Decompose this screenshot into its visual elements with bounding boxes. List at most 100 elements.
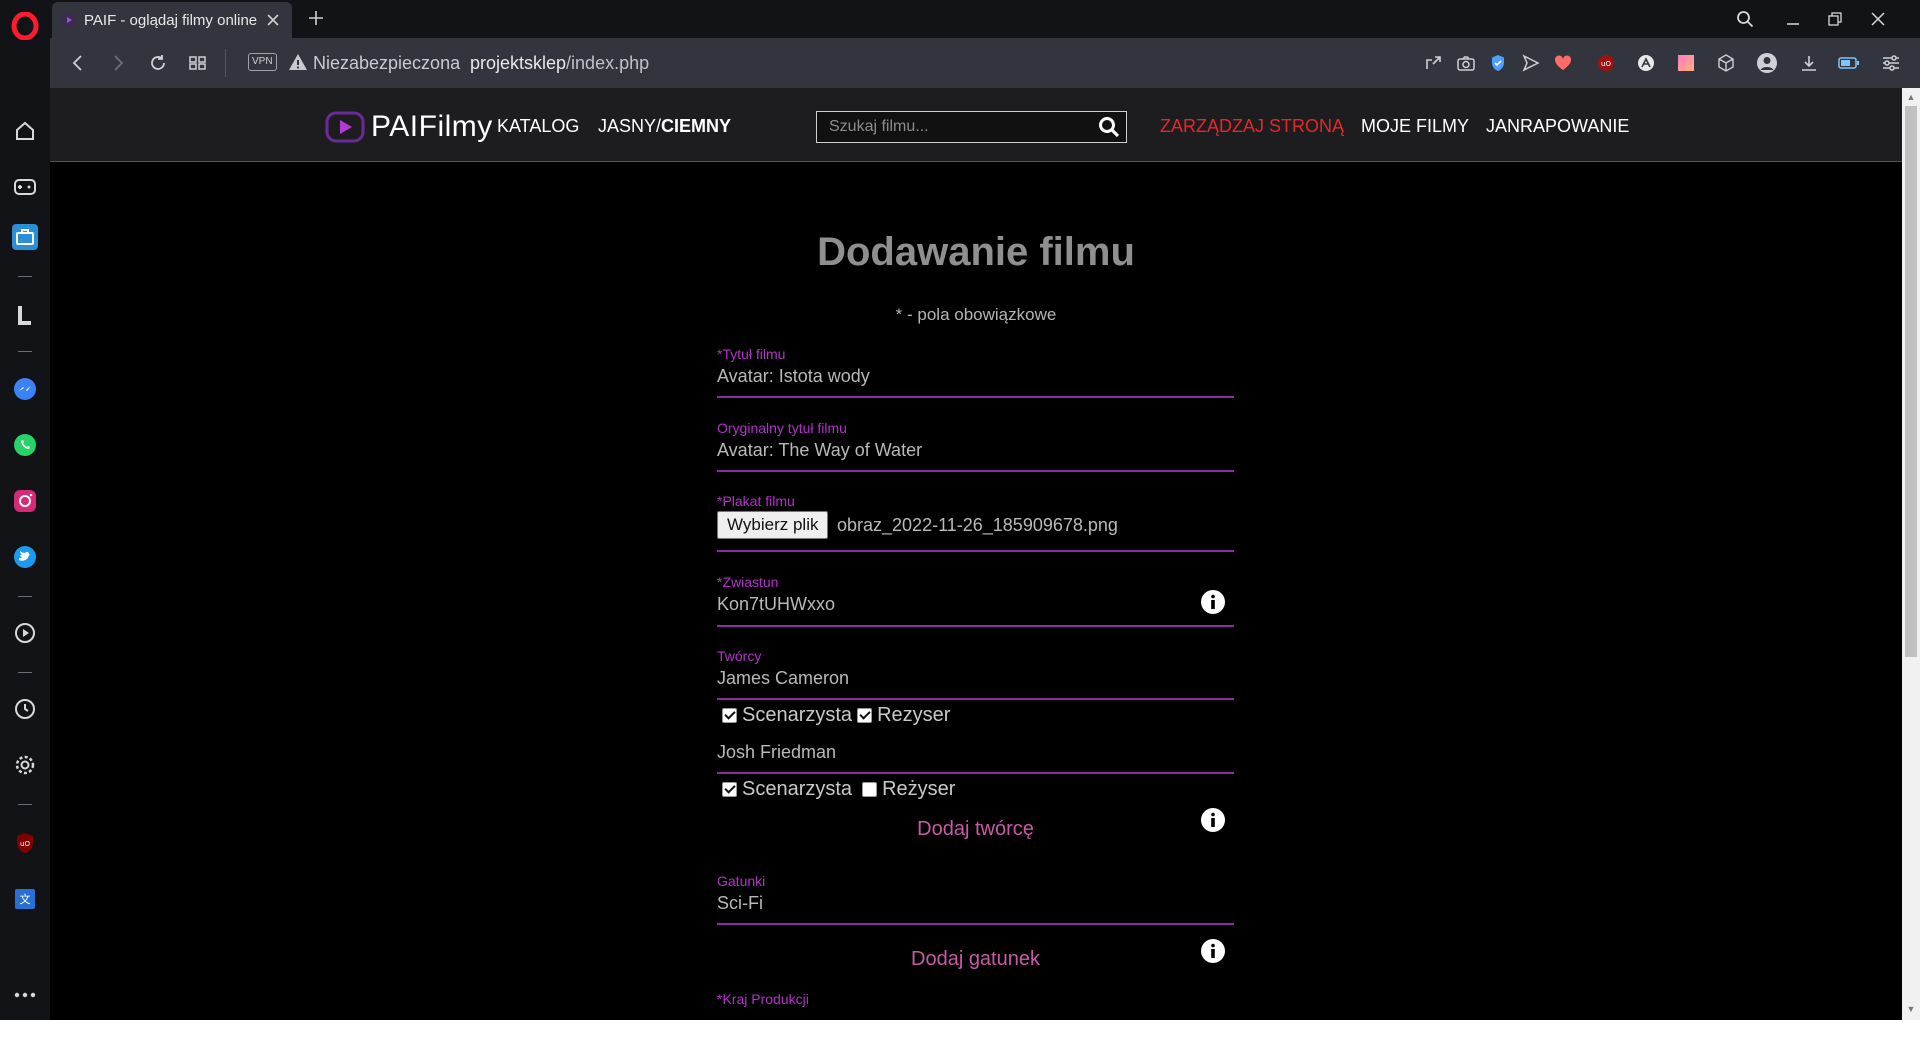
original-title-value[interactable]: Avatar: The Way of Water (717, 440, 922, 461)
share-icon[interactable] (1422, 52, 1444, 74)
whatsapp-icon[interactable] (12, 432, 38, 458)
field-underline (717, 923, 1234, 925)
opera-logo-icon[interactable] (11, 12, 39, 40)
info-icon[interactable] (1200, 938, 1226, 964)
theme-dark-label: CIEMNY (661, 116, 732, 136)
settings-gear-icon[interactable] (12, 752, 38, 778)
search-input[interactable] (817, 112, 1087, 142)
new-tab-button[interactable] (304, 6, 328, 30)
browser-tab[interactable]: PAIF - oglądaj filmy online (52, 2, 292, 38)
search-icon[interactable] (1098, 116, 1120, 138)
original-title-label: Oryginalny tytuł filmu (717, 420, 847, 436)
creator-1-name[interactable]: James Cameron (717, 668, 849, 689)
sidebar-separator (18, 596, 32, 597)
info-icon[interactable] (1200, 589, 1226, 615)
creator-2-roles: Scenarzysta Reżyser (717, 778, 955, 801)
address-separator (225, 49, 226, 77)
security-label[interactable]: Niezabezpieczona (313, 53, 460, 74)
creator-1-screenwriter-label: Scenarzysta (742, 704, 853, 726)
sidebar-separator (18, 351, 32, 352)
theme-light-label: JASNY/ (598, 116, 662, 136)
history-icon[interactable] (12, 696, 38, 722)
extension-ai-icon[interactable] (1635, 52, 1657, 74)
player-icon[interactable] (12, 620, 38, 646)
nav-manage[interactable]: ZARZĄDZAJ STRONĄ (1160, 116, 1344, 137)
title-label: *Tytuł filmu (717, 346, 786, 362)
svg-text:uO: uO (1601, 60, 1611, 68)
creator-2-screenwriter-label: Scenarzysta (742, 778, 853, 800)
address-bar: VPN Niezabezpieczona projektsklep/index.… (50, 38, 1920, 88)
forward-icon[interactable] (106, 51, 130, 75)
genres-label: Gatunki (717, 873, 766, 889)
scroll-thumb[interactable] (1905, 106, 1917, 657)
field-underline (717, 625, 1234, 627)
extensions-cube-icon[interactable] (1715, 52, 1737, 74)
twitter-icon[interactable] (12, 544, 38, 570)
l-app-icon[interactable] (12, 302, 38, 328)
genre-1-value[interactable]: Sci-Fi (717, 893, 763, 914)
creator-1-director-label: Rezyser (877, 704, 951, 726)
profile-avatar-icon[interactable] (1756, 52, 1778, 74)
translate-icon[interactable]: 文 (12, 886, 38, 912)
add-creator-button[interactable]: Dodaj twórcę (717, 818, 1234, 841)
download-icon[interactable] (1798, 52, 1820, 74)
trailer-field[interactable]: *Zwiastun Kon7tUHWxxo (717, 574, 1234, 644)
nav-theme-toggle[interactable]: JASNY/CIEMNY (598, 116, 731, 137)
vpn-badge[interactable]: VPN (248, 53, 277, 71)
creator-2-director-label: Reżyser (882, 778, 956, 800)
creator-2-screenwriter-checkbox[interactable] (722, 782, 737, 797)
page-scrollbar[interactable]: ▲ ▼ (1902, 88, 1920, 1020)
original-title-field[interactable]: Oryginalny tytuł filmu Avatar: The Way o… (717, 420, 1234, 490)
country-field: *Kraj Produkcji (717, 991, 1234, 1020)
site-logo[interactable]: PAIFilmy (325, 109, 493, 145)
tab-title: PAIF - oglądaj filmy online (84, 11, 258, 29)
creator-1-director-checkbox[interactable] (857, 708, 873, 723)
creator-1-roles: Scenarzysta Rezyser (717, 704, 950, 727)
warning-icon[interactable] (288, 52, 308, 72)
ublock-extension-icon[interactable]: uO (1595, 52, 1617, 74)
tab-grid-icon[interactable] (186, 51, 210, 75)
extension-gradient-icon[interactable] (1675, 52, 1697, 74)
restore-icon[interactable] (1822, 6, 1848, 32)
send-icon[interactable] (1520, 52, 1542, 74)
tab-close-icon[interactable] (264, 11, 282, 29)
gamepad-icon[interactable] (12, 174, 38, 200)
shield-icon[interactable] (1487, 52, 1509, 74)
title-value[interactable]: Avatar: Istota wody (717, 366, 870, 387)
add-genre-button[interactable]: Dodaj gatunek (717, 948, 1234, 971)
scroll-up-icon[interactable]: ▲ (1906, 92, 1916, 102)
sidebar-separator (18, 672, 32, 673)
info-icon[interactable] (1200, 807, 1226, 833)
nav-my-films[interactable]: MOJE FILMY (1361, 116, 1469, 137)
camera-icon[interactable] (1455, 52, 1477, 74)
title-field[interactable]: *Tytuł filmu Avatar: Istota wody (717, 346, 1234, 416)
nav-catalog[interactable]: KATALOG (497, 116, 579, 137)
field-underline (717, 470, 1234, 472)
minimize-icon[interactable] (1780, 6, 1806, 32)
easy-setup-icon[interactable] (1880, 52, 1902, 74)
messenger-icon[interactable] (12, 376, 38, 402)
nav-ranking[interactable]: JANRAPOWANIE (1486, 116, 1629, 137)
home-icon[interactable] (12, 118, 38, 144)
url-field[interactable]: projektsklep/index.php (470, 53, 649, 74)
creator-2-director-checkbox[interactable] (862, 782, 878, 797)
creator-1-screenwriter-checkbox[interactable] (722, 708, 737, 723)
heart-icon[interactable] (1552, 52, 1574, 74)
close-window-icon[interactable] (1865, 6, 1891, 32)
creator-2-name[interactable]: Josh Friedman (717, 742, 836, 763)
more-icon[interactable] (12, 982, 38, 1008)
back-icon[interactable] (66, 51, 90, 75)
form-title: Dodawanie filmu (817, 230, 1135, 274)
workspaces-icon[interactable] (12, 224, 38, 250)
scroll-down-icon[interactable]: ▼ (1906, 1004, 1916, 1014)
choose-file-button[interactable]: Wybierz plik (717, 511, 829, 539)
svg-text:文: 文 (20, 892, 31, 906)
trailer-value[interactable]: Kon7tUHWxxo (717, 594, 835, 615)
reload-icon[interactable] (146, 51, 170, 75)
creators-label: Twórcy (717, 648, 762, 664)
battery-saver-icon[interactable] (1838, 52, 1860, 74)
url-path: /index.php (566, 53, 650, 73)
tab-search-icon[interactable] (1732, 6, 1758, 32)
ublock-icon[interactable]: uO (12, 830, 38, 856)
instagram-icon[interactable] (12, 488, 38, 514)
